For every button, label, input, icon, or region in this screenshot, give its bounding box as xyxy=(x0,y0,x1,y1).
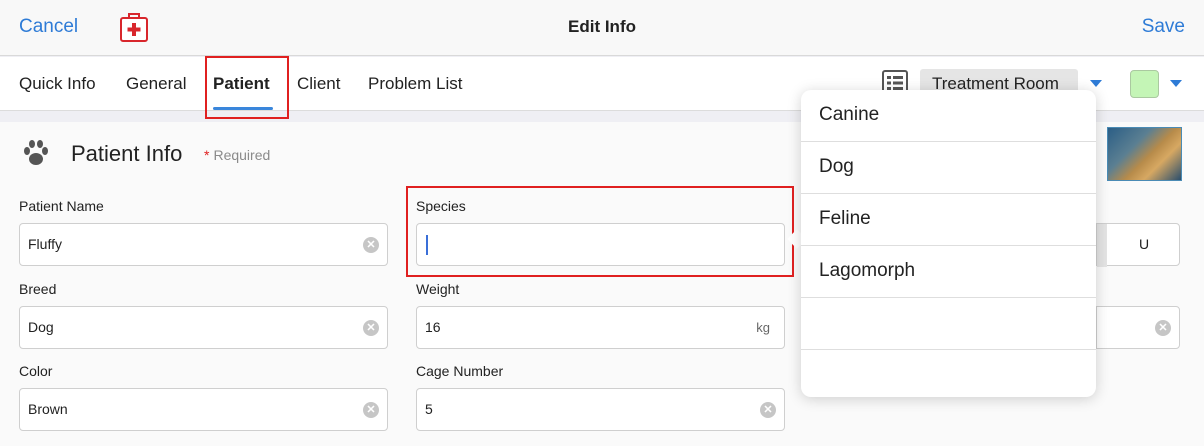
tab-problem-list[interactable]: Problem List xyxy=(368,74,462,94)
clear-icon[interactable]: ✕ xyxy=(363,237,379,253)
patient-name-value: Fluffy xyxy=(28,236,62,252)
paw-icon xyxy=(24,140,48,165)
cage-number-value: 5 xyxy=(425,401,433,417)
breed-input[interactable]: Dog ✕ xyxy=(19,306,388,349)
color-label: Color xyxy=(19,363,53,379)
species-option-dog[interactable]: Dog xyxy=(801,142,1096,194)
species-option-lagomorph[interactable]: Lagomorph xyxy=(801,246,1096,298)
partial-input-field[interactable]: ✕ xyxy=(1096,306,1180,349)
required-note: * Required xyxy=(204,147,270,163)
tab-patient[interactable]: Patient xyxy=(213,74,270,94)
sex-segmented-control[interactable]: U xyxy=(1096,223,1180,267)
section-title: Patient Info xyxy=(71,141,183,166)
clear-icon[interactable]: ✕ xyxy=(1155,320,1171,336)
required-star: * xyxy=(204,147,210,163)
chevron-down-icon[interactable] xyxy=(1090,80,1102,87)
weight-label: Weight xyxy=(416,281,460,297)
patient-name-input[interactable]: Fluffy ✕ xyxy=(19,223,388,266)
active-tab-indicator xyxy=(213,107,273,110)
tab-general[interactable]: General xyxy=(126,74,186,94)
text-cursor xyxy=(426,235,428,255)
top-navigation-bar: Cancel Edit Info Save xyxy=(0,0,1204,56)
clear-icon[interactable]: ✕ xyxy=(760,402,776,418)
color-value: Brown xyxy=(28,401,68,417)
species-option-empty[interactable] xyxy=(801,350,1096,397)
clear-icon[interactable]: ✕ xyxy=(363,402,379,418)
cage-number-label: Cage Number xyxy=(416,363,504,379)
tab-quick-info[interactable]: Quick Info xyxy=(19,74,96,94)
weight-value: 16 xyxy=(425,319,441,335)
breed-value: Dog xyxy=(28,319,54,335)
page-title: Edit Info xyxy=(568,17,636,36)
species-option-empty[interactable] xyxy=(801,298,1096,350)
sex-option-unknown[interactable]: U xyxy=(1139,236,1149,252)
species-dropdown: Canine Dog Feline Lagomorph xyxy=(801,90,1096,397)
tab-client[interactable]: Client xyxy=(297,74,340,94)
color-input[interactable]: Brown ✕ xyxy=(19,388,388,431)
breed-label: Breed xyxy=(19,281,57,297)
status-color-swatch[interactable] xyxy=(1130,70,1159,98)
cage-number-input[interactable]: 5 ✕ xyxy=(416,388,785,431)
clear-icon[interactable]: ✕ xyxy=(363,320,379,336)
patient-name-label: Patient Name xyxy=(19,198,104,214)
species-option-feline[interactable]: Feline xyxy=(801,194,1096,246)
save-button[interactable]: Save xyxy=(1142,16,1185,38)
patient-photo[interactable] xyxy=(1107,127,1182,181)
species-input[interactable] xyxy=(416,223,785,266)
species-option-canine[interactable]: Canine xyxy=(801,90,1096,142)
weight-input[interactable]: 16 kg xyxy=(416,306,785,349)
segment-divider xyxy=(1097,224,1107,267)
weight-unit: kg xyxy=(756,320,770,335)
required-label: Required xyxy=(213,147,271,163)
species-label: Species xyxy=(416,198,466,214)
chevron-down-icon[interactable] xyxy=(1170,80,1182,87)
